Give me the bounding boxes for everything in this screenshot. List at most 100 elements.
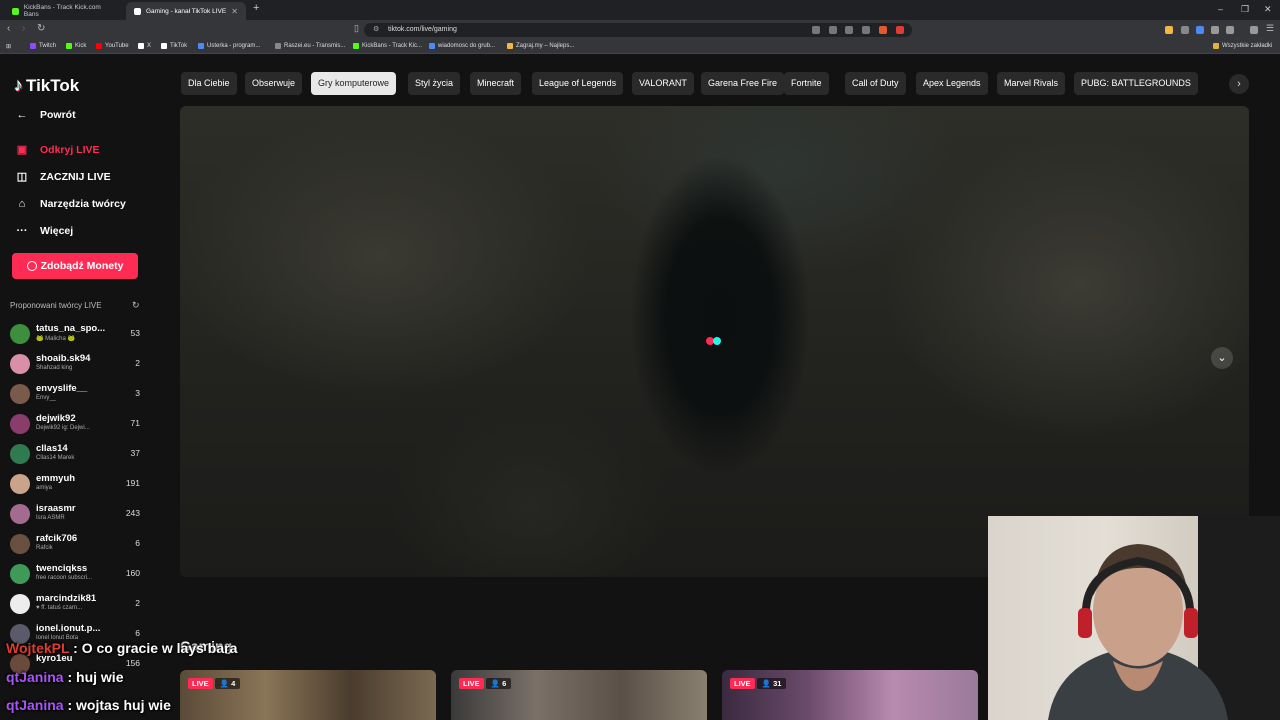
creator-subtitle: Envy__ [36,395,57,401]
url-text: tiktok.com/live/gaming [388,26,457,33]
category-chip[interactable]: Styl życia [408,72,461,95]
live-icon: ▣ [16,144,28,156]
creator-subtitle: Dejwik92 ig: Dejwi... [36,425,90,431]
restore-icon[interactable]: ❐ [1241,4,1249,15]
bookmark-usterka[interactable]: Usterka - program... [198,43,260,49]
zoom-icon[interactable] [845,26,853,34]
sidebar-icon[interactable] [1226,26,1234,34]
category-chip[interactable]: Call of Duty [845,72,906,95]
extension-icon[interactable] [1165,26,1173,34]
share-icon[interactable] [862,26,870,34]
live-video-player[interactable]: ⌄ [180,106,1249,577]
refresh-icon[interactable]: ↻ [132,300,140,311]
creator-item[interactable]: shoaib.sk94 Shahzad king 2 [10,351,145,381]
puzzle-icon[interactable] [1211,26,1219,34]
extension-icon[interactable] [812,26,820,34]
site-info-icon[interactable]: ⚙ [373,23,379,37]
creator-subtitle: Cllas14 Marek [36,455,75,461]
category-chip[interactable]: Apex Legends [916,72,988,95]
wallet-icon[interactable] [1250,26,1258,34]
close-window-icon[interactable]: ✕ [1264,4,1272,15]
avatar [10,384,30,404]
category-chip[interactable]: Fortnite [784,72,829,95]
new-tab-button[interactable]: + [253,2,259,14]
brave-shield-icon[interactable] [879,26,887,34]
tab-title: Gaming - kanał TikTok LIVE [146,7,227,15]
chat-text: huj wie [76,669,124,685]
viewer-count: 53 [130,328,140,338]
menu-more[interactable]: ··· Więcej [14,225,74,237]
apps-icon[interactable]: ⊞ [6,43,11,50]
reload-icon[interactable]: ↻ [37,23,45,34]
tiktok-logo[interactable]: ♪ TikTok [14,75,79,96]
bookmark-zagraj[interactable]: Zagraj.my – Najleps... [507,43,574,49]
avatar [10,564,30,584]
category-chip[interactable]: Minecraft [470,72,522,95]
back-arrow-icon: ← [16,109,28,121]
category-chip[interactable]: Dla Ciebie [181,72,237,95]
back-arrow-icon[interactable]: ‹ [7,23,10,34]
bookmark-kick[interactable]: Kick [66,43,86,49]
creator-name: twenciqkss [36,563,88,574]
creator-item[interactable]: emmyuh amiya 191 [10,471,145,501]
bookmark-icon[interactable]: ▯ [354,23,359,34]
close-tab-icon[interactable]: ✕ [231,7,238,16]
live-card[interactable]: LIVE 👤 31 [722,670,978,720]
bookmark-x[interactable]: X [138,43,151,49]
avatar [10,474,30,494]
creator-item[interactable]: twenciqkss free racoon subscri... 160 [10,561,145,591]
minimize-icon[interactable]: – [1218,4,1223,14]
browser-tab-kickbans[interactable]: KickBans - Track Kick.com Bans [4,2,124,20]
category-chip[interactable]: League of Legends [532,72,624,95]
menu-start-live[interactable]: ◫ ZACZNIJ LIVE [14,170,111,184]
browser-tab-tiktok[interactable]: Gaming - kanał TikTok LIVE ✕ [126,2,246,20]
bookmark-twitch[interactable]: Twitch [30,43,56,49]
creator-subtitle: Shahzad king [36,365,73,371]
bookmark-youtube[interactable]: YouTube [96,43,129,49]
creator-item[interactable]: tatus_na_spo... 🐸 Malicha 🐸 53 [10,321,145,351]
chat-message: qtJanina : wojtas huj wie [6,697,171,713]
category-chip[interactable]: VALORANT [632,72,694,95]
live-card[interactable]: LIVE 👤 6 [451,670,707,720]
avatar [10,414,30,434]
extension-icon[interactable] [1196,26,1204,34]
category-chip[interactable]: Garena Free Fire [701,72,785,95]
home-icon: ⌂ [18,198,26,210]
creator-item[interactable]: rafcik706 Rafcik 6 [10,531,145,561]
menu-label: Więcej [40,225,74,237]
viewer-count: 👤 6 [485,678,512,689]
menu-discover-live[interactable]: ▣ Odkryj LIVE [14,143,100,157]
translate-icon[interactable] [829,26,837,34]
bookmark-wiadomosc[interactable]: wiadomosc do grub... [429,43,495,49]
creator-item[interactable]: cllas14 Cllas14 Marek 37 [10,441,145,471]
bookmark-kickbans[interactable]: KickBans - Track Kic... [353,43,422,49]
tiktok-icon [161,43,167,49]
avatar [10,534,30,554]
menu-creator-tools[interactable]: ⌂ Narzędzia twórcy [14,198,126,210]
category-chip[interactable]: Obserwuje [245,72,303,95]
back-button[interactable]: ← Powrót [14,109,76,121]
forward-arrow-icon[interactable]: › [22,23,25,34]
extension-icon[interactable] [1181,26,1189,34]
chevron-right-icon[interactable]: › [1229,74,1249,94]
category-chip[interactable]: PUBG: BATTLEGROUNDS [1074,72,1198,95]
kick-icon [12,7,19,15]
bookmark-raszei[interactable]: Raszei.eu - Transmis... [275,43,345,49]
creator-item[interactable]: marcindzik81 ♥ ff. tatuś czarn... 2 [10,591,145,621]
menu-icon[interactable]: ☰ [1266,23,1274,34]
webcam-overlay [988,516,1280,720]
all-bookmarks-folder[interactable]: Wszystkie zakładki [1213,43,1272,49]
creator-item[interactable]: dejwik92 Dejwik92 ig: Dejwi... 71 [10,411,145,441]
creator-item[interactable]: envyslife__ Envy__ 3 [10,381,145,411]
viewer-count: 37 [130,448,140,458]
chevron-down-icon[interactable]: ⌄ [1211,347,1233,369]
category-chip[interactable]: Gry komputerowe [311,72,397,95]
loading-indicator [706,336,726,346]
bookmark-tiktok[interactable]: TikTok [161,43,187,49]
warning-icon[interactable] [896,26,904,34]
creator-item[interactable]: israasmr Isra ASMR 243 [10,501,145,531]
category-chip[interactable]: Marvel Rivals [997,72,1066,95]
live-badge: LIVE 👤 31 [730,678,787,689]
get-coins-button[interactable]: Zdobądź Monety [12,253,138,279]
discord-icon [429,43,435,49]
